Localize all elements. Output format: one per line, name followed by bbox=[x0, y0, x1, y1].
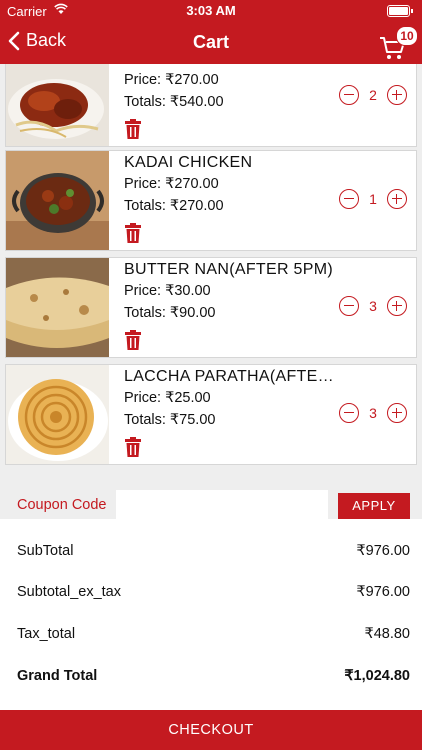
tax-total-label: Tax_total bbox=[17, 626, 76, 642]
quantity-stepper: 3 bbox=[339, 403, 407, 423]
quantity-stepper: 2 bbox=[339, 85, 407, 105]
decrease-quantity-button[interactable] bbox=[339, 189, 359, 209]
increase-quantity-button[interactable] bbox=[387, 403, 407, 423]
grand-total-value: ₹1,024.80 bbox=[344, 668, 410, 684]
item-price: Price: ₹30.00 bbox=[124, 283, 211, 299]
trash-icon[interactable] bbox=[124, 119, 142, 139]
trash-icon[interactable] bbox=[124, 437, 142, 457]
subtotal-label: SubTotal bbox=[17, 543, 74, 559]
decrease-quantity-button[interactable] bbox=[339, 296, 359, 316]
item-price: Price: ₹25.00 bbox=[124, 390, 211, 406]
increase-quantity-button[interactable] bbox=[387, 296, 407, 316]
decrease-quantity-button[interactable] bbox=[339, 85, 359, 105]
checkout-button[interactable]: CHECKOUT bbox=[0, 710, 422, 750]
quantity-stepper: 3 bbox=[339, 296, 407, 316]
trash-icon[interactable] bbox=[124, 223, 142, 243]
roast-chicken-image bbox=[6, 64, 109, 146]
battery-icon bbox=[387, 5, 413, 17]
quantity-value: 1 bbox=[369, 191, 377, 207]
coupon-code-input[interactable] bbox=[116, 490, 328, 520]
clock: 3:03 AM bbox=[186, 3, 236, 18]
increase-quantity-button[interactable] bbox=[387, 189, 407, 209]
item-price: Price: ₹270.00 bbox=[124, 72, 219, 88]
cart-item: Price: ₹270.00 Totals: ₹540.00 2 bbox=[5, 64, 417, 147]
item-total: Totals: ₹75.00 bbox=[124, 412, 216, 428]
item-name: KADAI CHICKEN bbox=[124, 154, 253, 171]
navigation-bar: Back Cart 10 bbox=[0, 22, 422, 64]
subtotal-ex-tax-value: ₹976.00 bbox=[356, 584, 410, 600]
cart-item: KADAI CHICKEN Price: ₹270.00 Totals: ₹27… bbox=[5, 150, 417, 251]
item-name: LACCHA PARATHA(AFTE… bbox=[124, 368, 334, 385]
cart-count-badge: 10 bbox=[396, 26, 418, 46]
page-title: Cart bbox=[192, 32, 229, 52]
cart-list[interactable]: Price: ₹270.00 Totals: ₹540.00 2 KADAI C… bbox=[0, 64, 422, 710]
status-bar: Carrier 3:03 AM bbox=[0, 0, 422, 22]
trash-icon[interactable] bbox=[124, 330, 142, 350]
cart-item: BUTTER NAN(AFTER 5PM) Price: ₹30.00 Tota… bbox=[5, 257, 417, 358]
kadai-chicken-image bbox=[6, 151, 109, 250]
subtotal-value: ₹976.00 bbox=[356, 543, 410, 559]
quantity-value: 3 bbox=[369, 405, 377, 421]
order-summary: SubTotal ₹976.00 Subtotal_ex_tax ₹976.00… bbox=[0, 519, 422, 710]
item-total: Totals: ₹270.00 bbox=[124, 198, 224, 214]
grand-total-label: Grand Total bbox=[17, 668, 98, 684]
item-total: Totals: ₹90.00 bbox=[124, 305, 216, 321]
cart-button[interactable]: 10 bbox=[378, 26, 418, 60]
quantity-value: 3 bbox=[369, 298, 377, 314]
quantity-value: 2 bbox=[369, 87, 377, 103]
laccha-paratha-image bbox=[6, 365, 109, 464]
decrease-quantity-button[interactable] bbox=[339, 403, 359, 423]
subtotal-ex-tax-label: Subtotal_ex_tax bbox=[17, 584, 121, 600]
butter-nan-image bbox=[6, 258, 109, 357]
item-price: Price: ₹270.00 bbox=[124, 176, 219, 192]
tax-total-value: ₹48.80 bbox=[364, 626, 410, 642]
cart-item: LACCHA PARATHA(AFTE… Price: ₹25.00 Total… bbox=[5, 364, 417, 465]
quantity-stepper: 1 bbox=[339, 189, 407, 209]
apply-coupon-button[interactable]: APPLY bbox=[338, 493, 410, 519]
increase-quantity-button[interactable] bbox=[387, 85, 407, 105]
item-name: BUTTER NAN(AFTER 5PM) bbox=[124, 261, 333, 278]
coupon-label: Coupon Code bbox=[17, 497, 107, 513]
item-total: Totals: ₹540.00 bbox=[124, 94, 224, 110]
